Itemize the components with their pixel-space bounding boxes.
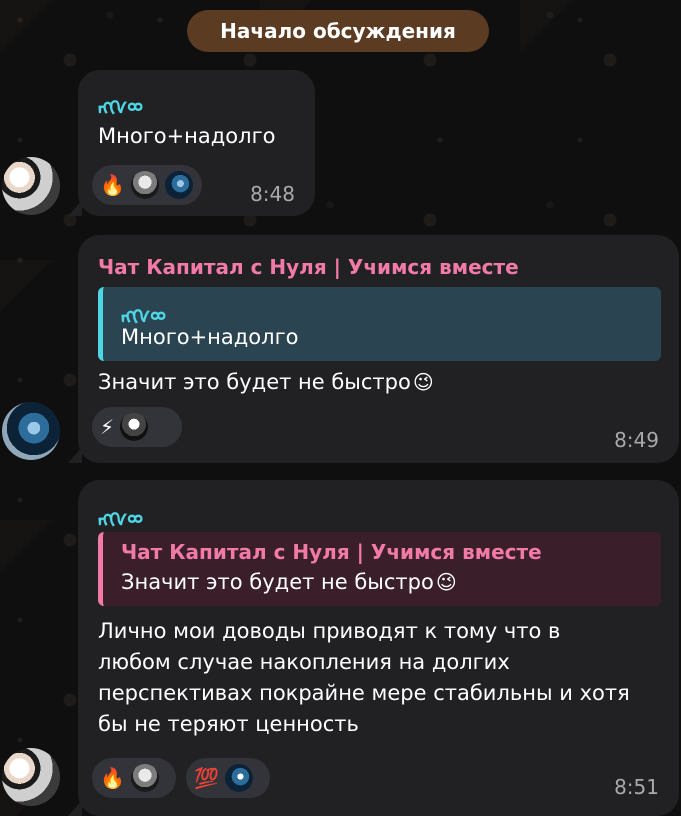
message-time: 8:48 [250,182,295,206]
quote-text: Много+надолго [121,325,299,349]
wink-emoji-icon: 😉 [412,370,434,394]
quote-sender: Чат Капитал с Нуля | Учимся вместе [121,540,542,564]
chat-avatar[interactable] [2,402,60,460]
reaction-avatar-icon [224,764,253,792]
hundred-points-icon: 💯 [194,766,219,790]
sender-name[interactable]: ᡊᢉᢁ [98,498,143,533]
message-time: 8:49 [614,428,659,452]
reaction-avatar-icon [130,764,159,792]
message-bubble[interactable]: ᡊᢉᢁ Много+надолго 🔥 8:48 [78,70,315,216]
reply-quote[interactable]: Чат Капитал с Нуля | Учимся вместе Значи… [98,532,661,606]
fire-icon: 🔥 [100,766,125,790]
message-text: Значит это будет не быстро 😉 [98,367,434,398]
fire-icon: 🔥 [100,173,125,197]
quote-text: Значит это будет не быстро 😉 [121,570,457,594]
sender-name[interactable]: Чат Капитал с Нуля | Учимся вместе [98,255,519,279]
message-bubble[interactable]: Чат Капитал с Нуля | Учимся вместе ᡊᢉᢁ М… [78,235,679,463]
reaction-avatar-icon [120,413,149,441]
sender-name[interactable]: ᡊᢉᢁ [98,86,143,121]
reaction-chip[interactable]: 🔥 [92,165,202,205]
message-time: 8:51 [614,775,659,799]
reaction-avatar-icon [130,171,159,199]
message-bubble[interactable]: ᡊᢉᢁ Чат Капитал с Нуля | Учимся вместе З… [78,480,679,816]
message-text: Много+надолго [98,124,276,148]
message-text: Лично мои доводы приводят к тому что в л… [98,619,630,736]
date-separator: Начало обсуждения [187,10,489,52]
quote-text-content: Значит это будет не быстро [121,570,434,594]
message-text-content: Значит это будет не быстро [98,370,411,394]
user-avatar[interactable] [2,748,60,806]
lightning-icon: ⚡ [100,415,115,439]
reaction-chip[interactable]: 🔥 [92,758,176,798]
wink-emoji-icon: 😉 [435,570,457,594]
reaction-chip[interactable]: 💯 [186,758,270,798]
reply-quote[interactable]: ᡊᢉᢁ Много+надолго [98,287,661,361]
reaction-avatar-icon [164,171,193,199]
reaction-chip[interactable]: ⚡ [92,407,182,447]
user-avatar[interactable] [2,157,60,215]
